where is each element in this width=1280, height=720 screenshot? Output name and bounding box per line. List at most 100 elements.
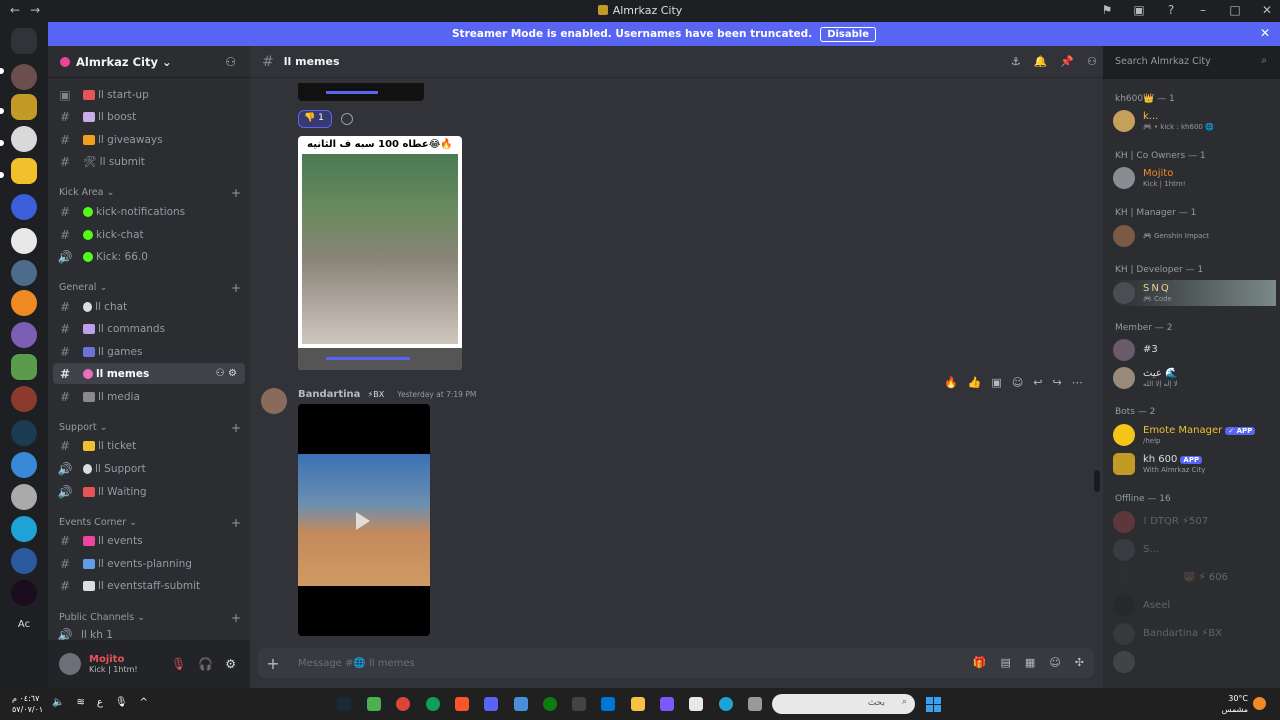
weather-widget[interactable]: 30°C مشمس <box>1218 693 1248 715</box>
add-channel-icon[interactable]: + <box>231 611 241 625</box>
category-events-corner[interactable]: Events Corner ⌄ + <box>59 516 241 530</box>
avatar[interactable] <box>261 388 287 414</box>
copilot-icon[interactable] <box>660 697 674 711</box>
server-icon[interactable] <box>11 194 37 220</box>
help-icon[interactable]: ? <box>1164 3 1178 17</box>
server-icon[interactable] <box>11 580 37 606</box>
reaction-chip[interactable]: 👎 1 <box>298 110 332 128</box>
server-icon[interactable] <box>11 260 37 286</box>
deafened-icon[interactable]: 🎧 <box>198 657 213 671</box>
user-info[interactable]: Mojito Kick | 1htm! <box>89 654 138 674</box>
channel-ticket[interactable]: # ll ticket <box>53 435 245 456</box>
channel-submit[interactable]: # 🛠 ll submit <box>53 151 245 172</box>
server-icon[interactable] <box>11 452 37 478</box>
member-item[interactable]: kh 600 APP With Almrkaz City <box>1113 451 1278 477</box>
category-general[interactable]: General ⌄ + <box>59 281 241 295</box>
chrome-icon[interactable] <box>396 697 410 711</box>
add-channel-icon[interactable]: + <box>231 281 241 295</box>
member-item[interactable]: ! DTQR ⚡507 <box>1113 509 1278 535</box>
add-channel-icon[interactable]: + <box>231 516 241 530</box>
channel-memes[interactable]: # ll memes ⚇ ⚙ <box>53 363 245 384</box>
add-reaction-icon[interactable] <box>341 113 353 125</box>
server-icon[interactable] <box>11 322 37 348</box>
more-icon[interactable]: ⋯ <box>1072 376 1083 389</box>
member-item[interactable]: 🎮 Genshin Impact <box>1113 223 1278 249</box>
person-add-icon[interactable]: ⚇ <box>225 55 236 69</box>
server-icon[interactable] <box>11 548 37 574</box>
sticker-icon[interactable]: ▦ <box>1025 656 1035 669</box>
minimize-button[interactable]: – <box>1196 3 1210 17</box>
apps-icon[interactable]: ✣ <box>1075 656 1084 669</box>
forward-icon[interactable]: ↪ <box>1053 376 1062 389</box>
member-item[interactable]: Bandartina ⚡BX <box>1113 621 1278 647</box>
server-icon[interactable] <box>11 354 37 380</box>
author-name[interactable]: Bandartina <box>298 389 360 400</box>
add-channel-icon[interactable]: + <box>231 421 241 435</box>
server-icon[interactable] <box>11 94 37 120</box>
server-icon[interactable] <box>11 386 37 412</box>
play-icon[interactable] <box>356 512 370 530</box>
channel-chat[interactable]: # ll chat <box>53 296 245 317</box>
video-control-bar[interactable] <box>298 348 462 370</box>
member-item[interactable]: Emote Manager ✓ APP/help <box>1113 422 1278 448</box>
channel-boost[interactable]: # ll boost <box>53 106 245 127</box>
close-notice-icon[interactable]: ✕ <box>1260 26 1270 40</box>
gift-icon[interactable]: 🎁 <box>973 656 987 669</box>
scrollbar[interactable] <box>1094 470 1100 492</box>
guild-header[interactable]: Almrkaz City ⌄ ⚇ <box>48 46 250 78</box>
server-icon[interactable] <box>11 420 37 446</box>
inbox-icon[interactable]: ⚑ <box>1100 3 1114 17</box>
taskbar-search[interactable]: بحث ⌕ <box>772 694 915 714</box>
brave-icon[interactable] <box>455 697 469 711</box>
store-icon[interactable] <box>689 697 703 711</box>
outlook-icon[interactable] <box>601 697 615 711</box>
channel-support[interactable]: 🔊 ll Support <box>53 458 245 479</box>
volume-icon[interactable]: 🔈 <box>52 697 64 708</box>
category-public-channels[interactable]: Public Channels ⌄ + <box>59 611 241 625</box>
channel-kick-notifications[interactable]: # kick-notifications <box>53 201 245 222</box>
member-item[interactable]: عيث 🌊 لا إله إلا الله <box>1113 365 1278 391</box>
app-icon[interactable] <box>367 697 381 711</box>
attach-plus-icon[interactable]: + <box>258 654 288 673</box>
channel-settings-icon[interactable]: ⚇ ⚙ <box>216 368 237 379</box>
message-input[interactable]: Message #🌐 ll memes <box>298 658 415 669</box>
server-icon[interactable] <box>11 228 37 254</box>
server-icon[interactable] <box>11 64 37 90</box>
server-icon-ac[interactable]: Ac <box>11 612 37 638</box>
xbox-icon[interactable] <box>543 697 557 711</box>
member-item[interactable]: k... 🎮 • kick : kh600 🌐 <box>1113 108 1278 134</box>
sticker-icon[interactable]: ▣ <box>991 376 1001 389</box>
chevron-up-icon[interactable]: ^ <box>140 697 148 708</box>
discord-icon[interactable] <box>484 697 498 711</box>
pin-icon[interactable]: 📌 <box>1060 55 1074 68</box>
add-channel-icon[interactable]: + <box>231 186 241 200</box>
app-icon[interactable] <box>514 697 528 711</box>
app-icon[interactable] <box>572 697 586 711</box>
member-item[interactable]: #3 <box>1113 337 1278 363</box>
wifi-icon[interactable]: ≋ <box>76 697 84 708</box>
member-item[interactable]: SNQ 🎮 Code <box>1113 280 1276 306</box>
server-icon[interactable] <box>11 290 37 316</box>
progress-bar[interactable] <box>326 357 410 360</box>
category-kick-area[interactable]: Kick Area ⌄ + <box>59 186 241 200</box>
discord-home-icon[interactable] <box>11 28 37 54</box>
chrome-icon[interactable] <box>426 697 440 711</box>
channel-commands[interactable]: # ll commands <box>53 318 245 339</box>
channel-events[interactable]: # ll events <box>53 530 245 551</box>
folder-icon[interactable] <box>631 697 645 711</box>
member-item[interactable] <box>1113 649 1278 675</box>
channel-games[interactable]: # ll games <box>53 341 245 362</box>
video-player-controls[interactable] <box>298 83 424 101</box>
category-support[interactable]: Support ⌄ + <box>59 421 241 435</box>
channel-kick-chat[interactable]: # kick-chat <box>53 224 245 245</box>
search-input[interactable]: Search Almrkaz City ⌕ <box>1110 52 1272 72</box>
member-item[interactable]: Aseel <box>1113 593 1278 619</box>
screen-icon[interactable]: ▣ <box>1132 3 1146 17</box>
windows-start-icon[interactable] <box>926 697 941 712</box>
server-icon[interactable] <box>11 516 37 542</box>
gear-icon[interactable]: ⚙ <box>225 657 236 671</box>
video-attachment-1[interactable]: عطاه 100 سبه ف الثانيه😂🔥 <box>298 136 462 370</box>
channel-kick-66[interactable]: 🔊 Kick: 66.0 <box>53 246 245 267</box>
disable-button[interactable]: Disable <box>820 26 876 42</box>
close-window-button[interactable]: ✕ <box>1260 3 1274 17</box>
